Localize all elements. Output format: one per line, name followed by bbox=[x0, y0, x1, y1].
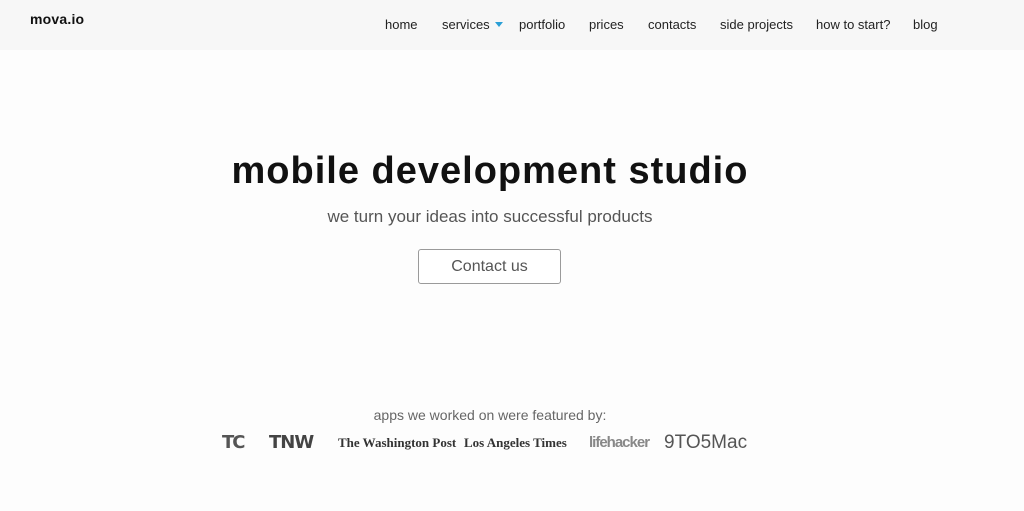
lifehacker-logo: lifehacker bbox=[589, 434, 650, 451]
page-title: mobile development studio bbox=[231, 150, 749, 192]
chevron-down-icon[interactable] bbox=[495, 22, 503, 27]
site-header: mova.io home services portfolio prices c… bbox=[0, 0, 1024, 50]
contact-us-button[interactable]: Contact us bbox=[418, 249, 561, 284]
featured-label: apps we worked on were featured by: bbox=[373, 407, 607, 423]
site-logo[interactable]: mova.io bbox=[30, 11, 84, 27]
tnw-logo: TNW bbox=[269, 432, 314, 453]
hero-subtitle: we turn your ideas into successful produ… bbox=[327, 207, 653, 226]
nav-item-services[interactable]: services bbox=[442, 17, 490, 32]
washington-post-logo: The Washington Post bbox=[338, 435, 457, 450]
nav-item-home[interactable]: home bbox=[385, 17, 418, 32]
techcrunch-logo: TC bbox=[222, 432, 245, 453]
nav-item-how-to-start[interactable]: how to start? bbox=[816, 17, 890, 32]
nav-item-blog[interactable]: blog bbox=[913, 17, 938, 32]
nav-item-side-projects[interactable]: side projects bbox=[720, 17, 793, 32]
nav-item-prices[interactable]: prices bbox=[589, 17, 624, 32]
nav-item-contacts[interactable]: contacts bbox=[648, 17, 696, 32]
nav-item-portfolio[interactable]: portfolio bbox=[519, 17, 565, 32]
los-angeles-times-logo: Los Angeles Times bbox=[464, 435, 567, 450]
hero-section: mobile development studio we turn your i… bbox=[0, 50, 1024, 511]
9to5mac-logo: 9TO5Mac bbox=[664, 432, 748, 453]
